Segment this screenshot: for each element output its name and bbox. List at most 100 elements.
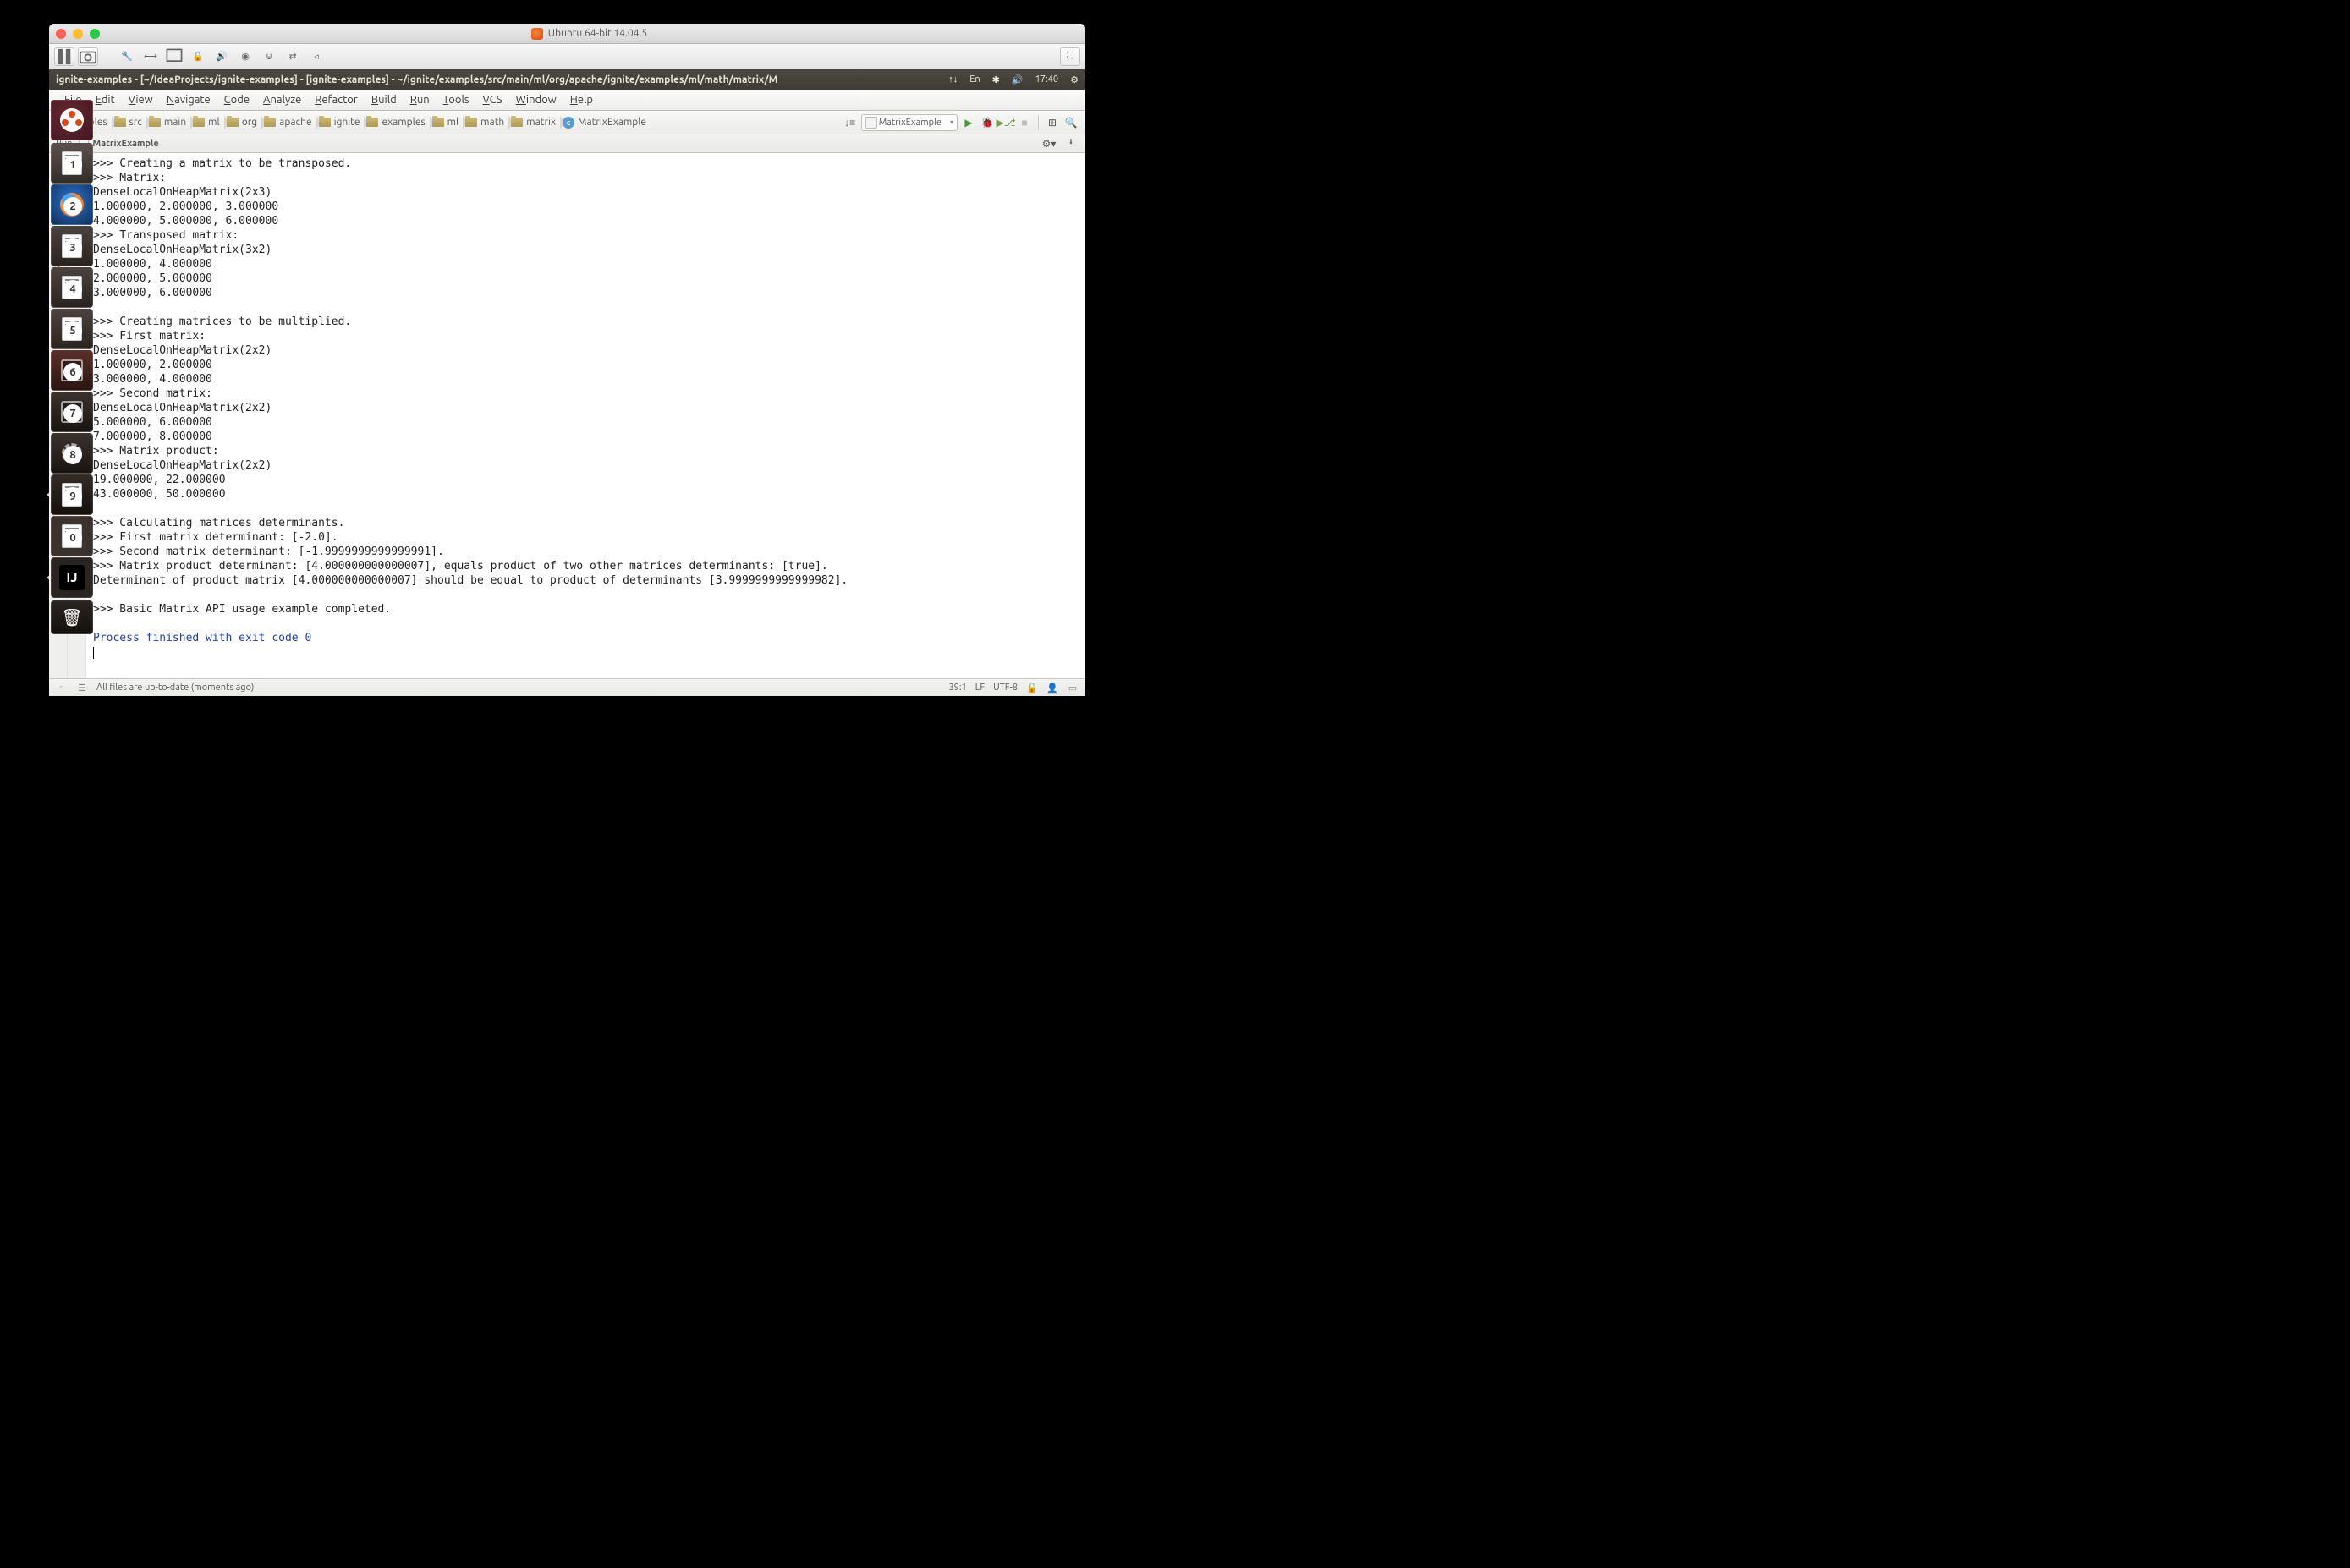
breadcrumb-ml[interactable]: ml xyxy=(191,114,225,131)
run-hide-icon[interactable]: ⭳ xyxy=(1063,136,1079,151)
run-config-name: MatrixExample xyxy=(92,139,158,149)
clock-indicator[interactable]: 17:40 xyxy=(1035,74,1059,85)
vm-pause-button[interactable] xyxy=(54,47,74,66)
debug-button[interactable]: 🐞 xyxy=(980,115,995,130)
menu-help[interactable]: Help xyxy=(565,92,598,107)
menu-build[interactable]: Build xyxy=(366,92,402,107)
make-button[interactable]: ↓≡ xyxy=(843,115,858,130)
run-settings-icon[interactable]: ⚙▾ xyxy=(1041,136,1057,151)
file-encoding[interactable]: UTF-8 xyxy=(993,683,1018,693)
volume-indicator[interactable]: 🔊 xyxy=(1012,74,1024,85)
vm-share-icon[interactable]: ⇄ xyxy=(283,47,303,66)
launcher-amazon[interactable]: 7 xyxy=(51,392,93,432)
run-button[interactable]: ▶ xyxy=(961,115,976,130)
vm-sound-icon[interactable]: 🔊 xyxy=(211,47,232,66)
breadcrumb-label: ml xyxy=(208,117,220,128)
breadcrumb-apache[interactable]: apache xyxy=(262,114,316,131)
launcher-firefox[interactable]: 2 xyxy=(51,184,93,225)
breadcrumb-org[interactable]: org xyxy=(225,114,262,131)
breadcrumb-matrixexample[interactable]: c MatrixExample xyxy=(561,114,651,131)
minimize-button[interactable] xyxy=(73,29,83,39)
search-button[interactable]: 🔍 xyxy=(1063,115,1079,130)
launcher-badge: 0 xyxy=(63,529,82,547)
vm-resize-icon[interactable]: ⟷ xyxy=(140,47,161,66)
run-config-selector[interactable]: MatrixExample xyxy=(861,114,958,131)
breadcrumb-label: MatrixExample xyxy=(578,117,646,128)
launcher-files[interactable]: 1 xyxy=(51,143,93,184)
vm-snapshot-button[interactable] xyxy=(78,47,98,66)
session-indicator[interactable]: ⚙ xyxy=(1070,74,1079,85)
todo-icon[interactable]: ☰ xyxy=(76,682,88,694)
breadcrumb-label: ml xyxy=(447,117,459,128)
status-message: All files are up-to-date (moments ago) xyxy=(96,683,254,693)
close-button[interactable] xyxy=(56,29,66,39)
menu-window[interactable]: Window xyxy=(511,92,562,107)
keyboard-indicator[interactable]: En xyxy=(969,74,980,85)
launcher-libreoffice[interactable]: 0 xyxy=(51,516,93,556)
menu-code[interactable]: Code xyxy=(219,92,255,107)
menu-refactor[interactable]: Refactor xyxy=(310,92,363,107)
launcher-software[interactable]: 6 xyxy=(51,350,93,391)
stop-button[interactable]: ■ xyxy=(1017,115,1032,130)
menu-analyze[interactable]: Analyze xyxy=(258,92,306,107)
breadcrumb-ml[interactable]: ml xyxy=(431,114,464,131)
zoom-button[interactable] xyxy=(90,29,100,39)
menu-view[interactable]: View xyxy=(124,92,158,107)
folder-icon xyxy=(465,118,477,127)
console-output[interactable]: >>> Creating a matrix to be transposed. … xyxy=(86,153,1085,678)
network-indicator[interactable]: ↑↓ xyxy=(948,74,958,85)
mac-title-text: Ubuntu 64-bit 14.04.5 xyxy=(548,28,647,39)
launcher-badge: 6 xyxy=(63,363,82,381)
breadcrumb-matrix[interactable]: matrix xyxy=(509,114,561,131)
coverage-button[interactable]: ▶⎇ xyxy=(998,115,1013,130)
vm-display-icon[interactable] xyxy=(164,47,184,66)
vm-network-icon[interactable]: ◃ xyxy=(306,47,327,66)
bluetooth-indicator[interactable]: ✱ xyxy=(992,74,1000,85)
ubuntu-titlebar: ignite-examples - [~/IdeaProjects/ignite… xyxy=(49,69,1085,90)
folder-icon xyxy=(193,118,205,127)
menu-run[interactable]: Run xyxy=(405,92,435,107)
menu-tools[interactable]: Tools xyxy=(438,92,475,107)
folder-icon xyxy=(511,118,523,127)
line-separator[interactable]: LF xyxy=(975,683,985,693)
dash-button[interactable] xyxy=(51,100,93,140)
breadcrumb-math[interactable]: math xyxy=(464,114,509,131)
structure-button[interactable]: ⊞ xyxy=(1045,115,1060,130)
menu-vcs[interactable]: VCS xyxy=(478,92,508,107)
run-tool-header: Run MatrixExample ⚙▾ ⭳ xyxy=(49,134,1085,153)
launcher-badge: 8 xyxy=(63,446,82,464)
notifications-icon[interactable]: ▭ xyxy=(1067,682,1079,694)
folder-icon xyxy=(432,118,444,127)
launcher-writer[interactable]: 3 xyxy=(51,226,93,266)
trash-button[interactable]: 🗑 xyxy=(51,600,93,634)
guest-os: ignite-examples - [~/IdeaProjects/ignite… xyxy=(49,69,1085,696)
unity-launcher: 1 2 34 5 6 7 8 9 0 IJ 🗑 xyxy=(51,100,96,635)
launcher-calc[interactable]: 4 xyxy=(51,267,93,308)
class-icon: c xyxy=(563,117,574,129)
vm-fullscreen-button[interactable]: ⛶ xyxy=(1060,47,1080,66)
breadcrumb-ignite[interactable]: ignite xyxy=(317,114,365,131)
launcher-badge: 5 xyxy=(63,321,82,340)
vm-lock-icon[interactable]: 🔒 xyxy=(188,47,208,66)
vm-tools-icon[interactable]: 🔧 xyxy=(117,47,137,66)
launcher-terminal[interactable]: 9 xyxy=(51,474,93,515)
lock-icon[interactable]: 🔓 xyxy=(1026,682,1038,694)
vm-usb-icon[interactable]: ⊍ xyxy=(259,47,279,66)
vm-camera-icon[interactable]: ◉ xyxy=(235,47,255,66)
caret-position[interactable]: 39:1 xyxy=(948,683,966,693)
breadcrumb-examples[interactable]: examples xyxy=(365,114,430,131)
breadcrumb-main[interactable]: main xyxy=(147,114,191,131)
launcher-intellij[interactable]: IJ xyxy=(51,557,93,598)
breadcrumb-src[interactable]: src xyxy=(113,114,147,131)
launcher-impress[interactable]: 5 xyxy=(51,309,93,349)
traffic-lights xyxy=(56,29,100,39)
folder-icon xyxy=(366,118,378,127)
menu-navigate[interactable]: Navigate xyxy=(162,92,216,107)
running-indicator xyxy=(47,491,51,498)
launcher-settings[interactable]: 8 xyxy=(51,433,93,474)
launcher-badge: 1 xyxy=(63,156,82,174)
inspector-icon[interactable]: 👤 xyxy=(1046,682,1058,694)
tool-windows-icon[interactable]: ▫ xyxy=(56,682,68,694)
launcher-badge: 2 xyxy=(63,197,82,216)
launcher-badge: 9 xyxy=(63,487,82,506)
